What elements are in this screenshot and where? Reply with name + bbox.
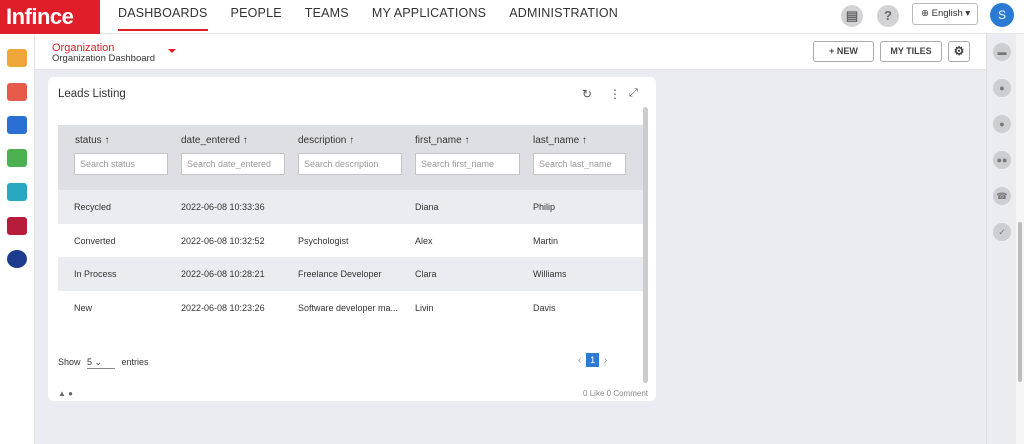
cell-status: Recycled: [74, 202, 111, 212]
cell-status: In Process: [74, 269, 117, 279]
like-count[interactable]: 0 Like: [583, 389, 604, 398]
app-logo[interactable]: Infince: [0, 0, 100, 34]
search-description-input[interactable]: [298, 153, 402, 175]
page-size-control: Show 5 ⌄ entries: [58, 357, 149, 369]
cell-description: Psychologist: [298, 236, 349, 246]
main-nav: DASHBOARDS PEOPLE TEAMS MY APPLICATIONS …: [118, 0, 641, 34]
cell-last-name: Martin: [533, 236, 558, 246]
page-scrollbar[interactable]: [1016, 34, 1024, 444]
user-icon[interactable]: ●: [993, 79, 1011, 97]
cell-description: Freelance Developer: [298, 269, 382, 279]
phone-icon[interactable]: ☎: [993, 187, 1011, 205]
page-size-value: 5: [87, 357, 92, 367]
cell-first-name: Clara: [415, 269, 437, 279]
calendar-icon[interactable]: [7, 116, 27, 134]
column-header-description[interactable]: description ↑: [298, 135, 354, 146]
folder-icon[interactable]: [7, 49, 27, 67]
app-icon[interactable]: [7, 217, 27, 235]
calendar-check-icon[interactable]: ✓: [993, 223, 1011, 241]
nav-teams[interactable]: TEAMS: [305, 0, 349, 34]
analytics-icon[interactable]: [7, 250, 27, 268]
column-header-status[interactable]: status ↑: [75, 135, 109, 146]
cell-status: Converted: [74, 236, 116, 246]
cell-first-name: Livin: [415, 303, 434, 313]
cell-date-entered: 2022-06-08 10:32:52: [181, 236, 265, 246]
org-dashboard-name[interactable]: Organization Dashboard: [52, 53, 155, 64]
search-date-entered-input[interactable]: [181, 153, 285, 175]
table-row[interactable]: In Process 2022-06-08 10:28:21 Freelance…: [58, 257, 643, 291]
table-header: status ↑ date_entered ↑ description ↑ fi…: [58, 125, 643, 191]
top-bar: Infince DASHBOARDS PEOPLE TEAMS MY APPLI…: [0, 0, 1024, 34]
nav-my-applications[interactable]: MY APPLICATIONS: [372, 0, 486, 34]
nav-administration[interactable]: ADMINISTRATION: [509, 0, 618, 34]
gallery-icon[interactable]: [7, 183, 27, 201]
card-scrollbar[interactable]: [643, 107, 648, 383]
left-app-rail: [0, 34, 35, 444]
entries-label: entries: [122, 357, 149, 367]
chevron-down-icon[interactable]: [168, 49, 176, 53]
new-button[interactable]: + NEW: [813, 41, 874, 62]
cell-date-entered: 2022-06-08 10:33:36: [181, 202, 265, 212]
cell-last-name: Philip: [533, 202, 555, 212]
chat-icon[interactable]: ▬: [993, 43, 1011, 61]
leads-listing-card: Leads Listing ↻ ⋮ ⤢ status ↑ date_entere…: [48, 77, 656, 401]
scrollbar-thumb[interactable]: [1018, 222, 1022, 382]
column-header-first-name[interactable]: first_name ↑: [415, 135, 469, 146]
page-size-select[interactable]: 5 ⌄: [87, 357, 115, 369]
search-last-name-input[interactable]: [533, 153, 626, 175]
right-rail: ▬ ● ● ●● ☎ ✓: [986, 34, 1016, 444]
nav-dashboards[interactable]: DASHBOARDS: [118, 0, 208, 34]
nav-people[interactable]: PEOPLE: [231, 0, 282, 34]
user-settings-icon[interactable]: ●: [993, 115, 1011, 133]
card-reactions: ▲ ●: [58, 389, 73, 398]
page-number[interactable]: 1: [586, 353, 599, 367]
avatar[interactable]: S: [990, 3, 1014, 27]
next-page-icon[interactable]: ›: [604, 355, 607, 366]
mail-icon[interactable]: [7, 83, 27, 101]
language-select[interactable]: ⊕ English ▾: [912, 3, 978, 25]
table-row[interactable]: Recycled 2022-06-08 10:33:36 Diana Phili…: [58, 190, 643, 224]
cell-first-name: Alex: [415, 236, 433, 246]
gear-icon[interactable]: ⚙: [948, 41, 970, 62]
tasks-icon[interactable]: [7, 149, 27, 167]
refresh-icon[interactable]: ↻: [582, 87, 592, 101]
column-header-date-entered[interactable]: date_entered ↑: [181, 135, 248, 146]
group-icon[interactable]: ●●: [993, 151, 1011, 169]
language-label: English: [932, 8, 963, 19]
expand-icon[interactable]: ⤢: [629, 87, 638, 100]
like-icon[interactable]: ▲: [58, 389, 66, 398]
prev-page-icon[interactable]: ‹: [578, 355, 581, 366]
search-first-name-input[interactable]: [415, 153, 520, 175]
cell-first-name: Diana: [415, 202, 439, 212]
notifications-icon[interactable]: ▤: [841, 5, 863, 27]
comment-count[interactable]: 0 Comment: [607, 389, 648, 398]
show-label: Show: [58, 357, 81, 367]
table-row[interactable]: Converted 2022-06-08 10:32:52 Psychologi…: [58, 224, 643, 258]
cell-last-name: Davis: [533, 303, 556, 313]
search-status-input[interactable]: [74, 153, 168, 175]
table-row[interactable]: New 2022-06-08 10:23:26 Software develop…: [58, 291, 643, 325]
cell-date-entered: 2022-06-08 10:28:21: [181, 269, 265, 279]
more-options-icon[interactable]: ⋮: [609, 87, 621, 101]
sub-header: Organization Organization Dashboard + NE…: [35, 34, 986, 70]
comment-icon[interactable]: ●: [68, 389, 73, 398]
card-reaction-counts: 0 Like 0 Comment: [583, 389, 648, 398]
cell-description: Software developer ma...: [298, 303, 398, 313]
cell-last-name: Williams: [533, 269, 567, 279]
pagination: ‹ 1 ›: [578, 353, 607, 367]
help-icon[interactable]: ?: [877, 5, 899, 27]
card-title: Leads Listing: [58, 88, 126, 100]
cell-date-entered: 2022-06-08 10:23:26: [181, 303, 265, 313]
cell-status: New: [74, 303, 92, 313]
my-tiles-button[interactable]: MY TILES: [880, 41, 942, 62]
column-header-last-name[interactable]: last_name ↑: [533, 135, 587, 146]
